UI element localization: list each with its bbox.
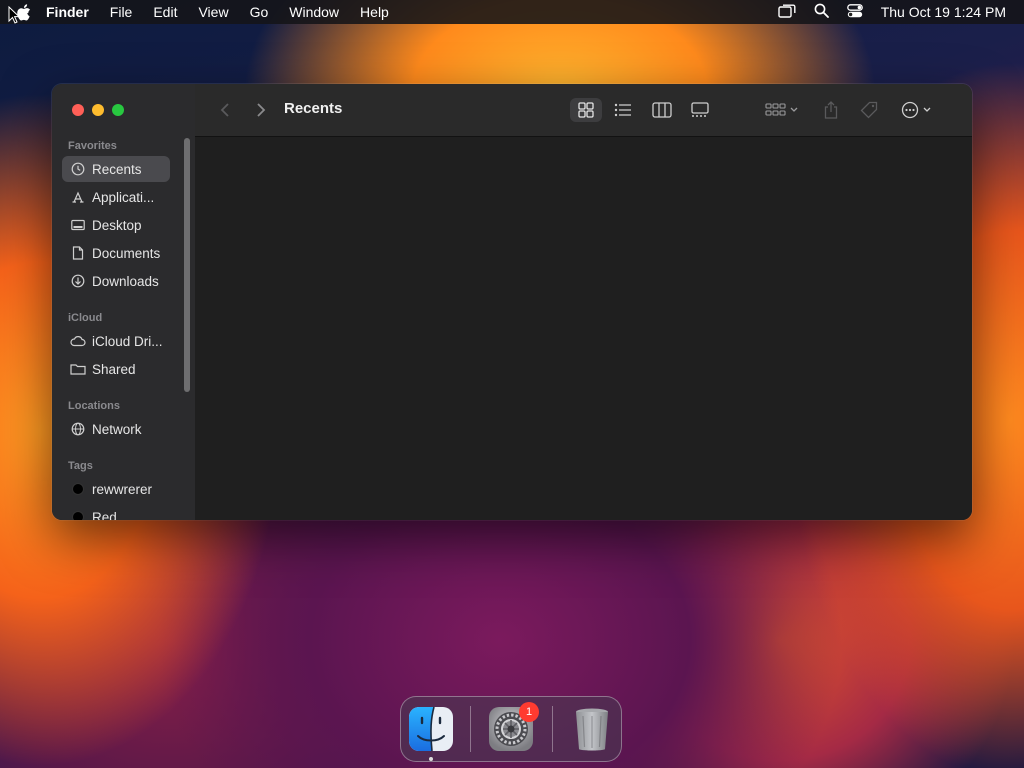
sidebar-section-locations: Locations — [68, 400, 120, 412]
menu-file[interactable]: File — [110, 4, 133, 20]
tag-color-dot-icon — [72, 511, 84, 520]
menu-finder[interactable]: Finder — [46, 4, 89, 20]
desktop-icon — [70, 217, 86, 233]
sidebar-item-label: Desktop — [92, 217, 142, 233]
dock-separator — [470, 706, 471, 752]
list-view-button[interactable] — [608, 98, 638, 122]
shared-folder-icon — [70, 361, 86, 377]
spotlight-search-icon[interactable] — [814, 3, 829, 21]
menu-bar: Finder File Edit View Go Window Help Thu… — [0, 0, 1024, 24]
window-title: Recents — [284, 100, 343, 117]
tag-button[interactable] — [857, 98, 881, 122]
mouse-cursor-icon — [8, 5, 21, 29]
more-actions-button[interactable] — [899, 98, 937, 122]
sidebar-item-label: Downloads — [92, 273, 159, 289]
menu-window[interactable]: Window — [289, 4, 339, 20]
tag-color-dot-icon — [72, 483, 84, 495]
applications-icon — [70, 189, 86, 205]
back-button[interactable] — [215, 98, 235, 122]
sidebar-item-icloud-drive[interactable]: iCloud Dri... — [62, 328, 170, 354]
sidebar-item-network[interactable]: Network — [62, 416, 170, 442]
finder-window: Favorites Recents Applicati... Desktop D… — [52, 84, 972, 520]
dock — [400, 696, 622, 762]
sidebar-item-tag-rewwrerer[interactable]: rewwrerer — [62, 476, 170, 502]
sidebar-item-label: Documents — [92, 245, 161, 261]
tag-icon — [860, 101, 878, 119]
column-view-button[interactable] — [647, 98, 677, 122]
zoom-window-button[interactable] — [112, 104, 124, 116]
minimize-window-button[interactable] — [92, 104, 104, 116]
finder-sidebar: Favorites Recents Applicati... Desktop D… — [52, 84, 196, 520]
menu-help[interactable]: Help — [360, 4, 389, 20]
sidebar-item-applications[interactable]: Applicati... — [62, 184, 170, 210]
menu-edit[interactable]: Edit — [153, 4, 177, 20]
finder-toolbar: Recents — [195, 84, 972, 137]
clock-icon — [70, 161, 86, 177]
menu-go[interactable]: Go — [250, 4, 269, 20]
finder-content-area[interactable] — [195, 137, 972, 520]
sidebar-item-tag-red[interactable]: Red — [62, 504, 170, 520]
sidebar-item-downloads[interactable]: Downloads — [62, 268, 170, 294]
sidebar-section-icloud: iCloud — [68, 312, 103, 324]
document-icon — [70, 245, 86, 261]
cloud-icon — [70, 333, 86, 349]
sidebar-section-favorites: Favorites — [68, 140, 117, 152]
finder-dock-icon[interactable] — [406, 704, 456, 754]
sidebar-item-label: Red — [92, 509, 117, 521]
column-view-icon — [652, 102, 672, 118]
sidebar-item-documents[interactable]: Documents — [62, 240, 170, 266]
sidebar-scrollbar[interactable] — [184, 138, 190, 392]
settings-notification-badge: 1 — [519, 702, 539, 722]
forward-icon — [257, 103, 266, 117]
icon-view-icon — [578, 102, 594, 118]
globe-icon — [70, 421, 86, 437]
more-icon — [901, 101, 931, 119]
sidebar-item-label: iCloud Dri... — [92, 333, 163, 349]
close-window-button[interactable] — [72, 104, 84, 116]
gallery-view-icon — [691, 102, 709, 117]
back-icon — [220, 103, 229, 117]
group-icon — [765, 103, 798, 116]
menu-clock[interactable]: Thu Oct 19 1:24 PM — [881, 4, 1006, 20]
screen-mirroring-icon[interactable] — [778, 4, 796, 21]
list-view-icon — [614, 103, 631, 117]
window-controls — [72, 104, 124, 116]
menu-view[interactable]: View — [198, 4, 228, 20]
sidebar-item-label: Network — [92, 421, 142, 437]
gallery-view-button[interactable] — [685, 98, 715, 122]
trash-dock-icon[interactable] — [567, 704, 617, 754]
sidebar-item-label: Recents — [92, 161, 142, 177]
group-by-button[interactable] — [761, 98, 803, 122]
sidebar-section-tags: Tags — [68, 460, 93, 472]
finder-running-indicator — [429, 757, 433, 761]
forward-button[interactable] — [251, 98, 271, 122]
download-icon — [70, 273, 86, 289]
control-center-icon[interactable] — [846, 3, 863, 21]
share-icon — [824, 101, 838, 119]
sidebar-item-recents[interactable]: Recents — [62, 156, 170, 182]
dock-separator — [552, 706, 553, 752]
sidebar-item-label: Shared — [92, 361, 136, 377]
share-button[interactable] — [819, 98, 843, 122]
sidebar-item-shared[interactable]: Shared — [62, 356, 170, 382]
icon-view-button[interactable] — [570, 98, 602, 122]
sidebar-item-desktop[interactable]: Desktop — [62, 212, 170, 238]
sidebar-item-label: rewwrerer — [92, 481, 153, 497]
sidebar-item-label: Applicati... — [92, 189, 155, 205]
